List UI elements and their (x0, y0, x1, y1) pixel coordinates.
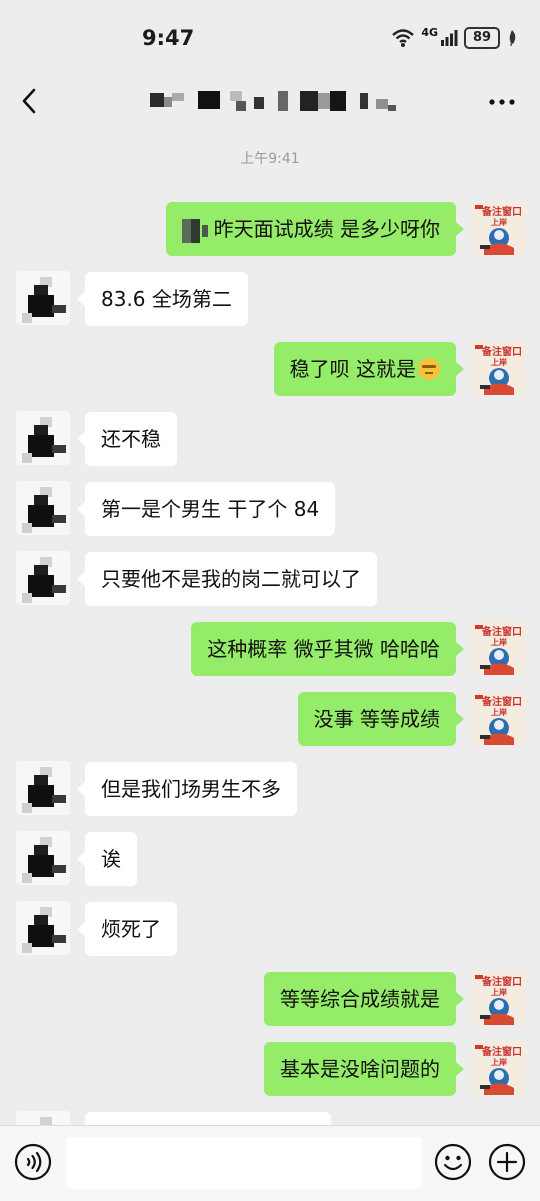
svg-text:上岸: 上岸 (491, 637, 507, 647)
message-bubble[interactable]: 还不稳 (77, 412, 177, 466)
message-bubble[interactable]: 稳了呗 这就是 (273, 342, 465, 396)
svg-text:上岸: 上岸 (491, 987, 507, 997)
message-bubble[interactable]: 等等综合成绩就是 (264, 972, 464, 1026)
message-text: 稳了呗 这就是 (289, 357, 416, 381)
svg-text:上岸: 上岸 (491, 707, 507, 717)
message-bubble[interactable]: 昨天面试成绩 是多少呀你 (165, 202, 465, 256)
their-message: 83.6 全场第二 (0, 271, 540, 327)
contact-avatar[interactable] (16, 271, 70, 325)
message-bubble[interactable]: 烦死了 (77, 902, 177, 956)
my-message: 备注窗口 上岸 没事 等等成绩 (0, 691, 540, 747)
message-bubble[interactable] (85, 1112, 331, 1125)
message-text: 昨天面试成绩 是多少呀你 (213, 217, 440, 241)
message-bubble[interactable]: 第一是个男生 干了个 84 (76, 482, 336, 536)
message-text: 诶 (101, 847, 121, 871)
svg-text:上岸: 上岸 (491, 217, 507, 227)
message-bubble[interactable]: 但是我们场男生不多 (77, 762, 297, 816)
my-message: 备注窗口 上岸 基本是没啥问题的 (0, 1041, 540, 1097)
message-text: 等等综合成绩就是 (280, 987, 440, 1011)
my-avatar[interactable]: 备注窗口 上岸 (472, 341, 526, 395)
my-avatar[interactable]: 备注窗口 上岸 (472, 971, 526, 1025)
message-text: 烦死了 (101, 917, 161, 941)
chat-area[interactable]: 备注窗口 上岸 昨天面试成绩 是多少呀你 83.6 全场第二 备注窗口 上岸 稳… (0, 0, 540, 1125)
my-message: 备注窗口 上岸 这种概率 微乎其微 哈哈哈 (0, 621, 540, 677)
message-bubble[interactable]: 诶 (77, 832, 137, 886)
their-message: 诶 (0, 831, 540, 887)
thinking-face-emoji (418, 357, 440, 380)
message-bubble[interactable]: 没事 等等成绩 (297, 692, 465, 746)
message-input[interactable] (66, 1137, 422, 1189)
svg-text:备注窗口: 备注窗口 (481, 695, 522, 708)
contact-avatar[interactable] (16, 411, 70, 465)
message-bubble[interactable]: 基本是没啥问题的 (264, 1042, 464, 1096)
my-avatar[interactable]: 备注窗口 上岸 (472, 691, 526, 745)
my-avatar[interactable]: 备注窗口 上岸 (472, 621, 526, 675)
my-message: 备注窗口 上岸 稳了呗 这就是 (0, 341, 540, 397)
message-text: 这种概率 微乎其微 哈哈哈 (207, 637, 440, 661)
my-avatar[interactable]: 备注窗口 上岸 (472, 1041, 526, 1095)
svg-text:备注窗口: 备注窗口 (481, 975, 522, 988)
their-message (0, 1111, 540, 1125)
contact-avatar[interactable] (16, 831, 70, 885)
my-message: 备注窗口 上岸 等等综合成绩就是 (0, 971, 540, 1027)
svg-text:备注窗口: 备注窗口 (481, 205, 522, 218)
voice-icon[interactable] (14, 1143, 52, 1181)
message-text: 83.6 全场第二 (101, 287, 232, 311)
contact-avatar[interactable] (16, 901, 70, 955)
message-bubble[interactable]: 83.6 全场第二 (77, 272, 248, 326)
redacted-name-mosaic (201, 224, 208, 237)
their-message: 但是我们场男生不多 (0, 761, 540, 817)
message-text: 没事 等等成绩 (313, 707, 440, 731)
message-text: 但是我们场男生不多 (101, 777, 281, 801)
contact-avatar[interactable] (16, 481, 70, 535)
their-message: 还不稳 (0, 411, 540, 467)
input-bar (0, 1125, 540, 1201)
their-message: 烦死了 (0, 901, 540, 957)
contact-avatar[interactable] (16, 1111, 70, 1125)
message-text: 只要他不是我的岗二就可以了 (101, 567, 361, 591)
plus-icon[interactable] (488, 1143, 526, 1181)
my-message: 备注窗口 上岸 昨天面试成绩 是多少呀你 (0, 201, 540, 257)
their-message: 第一是个男生 干了个 84 (0, 481, 540, 537)
message-bubble[interactable]: 这种概率 微乎其微 哈哈哈 (191, 622, 464, 676)
svg-text:备注窗口: 备注窗口 (481, 345, 522, 358)
svg-text:上岸: 上岸 (491, 357, 507, 367)
emoji-icon[interactable] (434, 1143, 472, 1181)
svg-text:上岸: 上岸 (491, 1057, 507, 1067)
message-text: 还不稳 (101, 427, 161, 451)
svg-text:备注窗口: 备注窗口 (481, 625, 522, 638)
contact-avatar[interactable] (16, 761, 70, 815)
message-text: 基本是没啥问题的 (280, 1057, 440, 1081)
message-text: 第一是个男生 干了个 84 (101, 497, 320, 521)
redacted-name-mosaic (181, 218, 200, 243)
my-avatar[interactable]: 备注窗口 上岸 (472, 201, 526, 255)
svg-text:备注窗口: 备注窗口 (481, 1045, 522, 1058)
message-bubble[interactable]: 只要他不是我的岗二就可以了 (77, 552, 377, 606)
contact-avatar[interactable] (16, 551, 70, 605)
their-message: 只要他不是我的岗二就可以了 (0, 551, 540, 607)
